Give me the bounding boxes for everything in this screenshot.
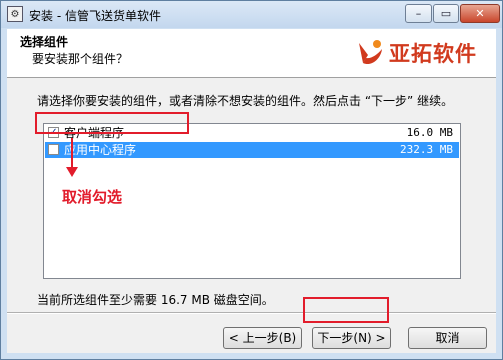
component-label: 应用中心程序 xyxy=(64,143,137,157)
highlight-box-component xyxy=(35,112,189,134)
cancel-button[interactable]: 取消 xyxy=(408,327,487,349)
next-button[interactable]: 下一步(N) > xyxy=(312,327,391,349)
back-button[interactable]: < 上一步(B) xyxy=(223,327,302,349)
maximize-button[interactable]: ▭ xyxy=(433,4,459,23)
arrow-head-icon xyxy=(66,167,78,177)
page-subtitle: 要安装那个组件？ xyxy=(32,52,129,66)
title-bar[interactable]: ⚙ 安装 - 信管飞送货单软件 – ▭ ✕ xyxy=(1,1,502,28)
logo-text: 亚拓软件 xyxy=(389,42,477,66)
wizard-header: 选择组件 要安装那个组件？ 亚拓软件 xyxy=(7,29,496,78)
installer-window: ⚙ 安装 - 信管飞送货单软件 – ▭ ✕ 选择组件 要安装那个组件？ 亚拓软件… xyxy=(0,0,503,360)
window-title: 安装 - 信管飞送货单软件 xyxy=(29,9,161,23)
instruction-text: 请选择你要安装的组件，或者清除不想安装的组件。然后点击 “下一步” 继续。 xyxy=(37,94,454,108)
checkbox-unchecked[interactable] xyxy=(48,144,59,155)
minimize-button[interactable]: – xyxy=(405,4,432,23)
component-item-app-center[interactable]: 应用中心程序 232.3 MB xyxy=(45,142,459,158)
separator xyxy=(7,312,496,314)
setup-icon: ⚙ xyxy=(7,6,23,22)
disk-space-status: 当前所选组件至少需要 16.7 MB 磁盘空间。 xyxy=(37,293,274,307)
page-title: 选择组件 xyxy=(20,35,69,49)
component-size: 232.3 MB xyxy=(400,143,453,156)
annotation-label: 取消勾选 xyxy=(62,188,123,206)
highlight-box-next xyxy=(303,297,389,323)
component-size: 16.0 MB xyxy=(406,126,453,139)
logo-mark-icon xyxy=(359,40,382,65)
close-button[interactable]: ✕ xyxy=(460,4,500,23)
arrow-down-icon xyxy=(71,138,73,169)
